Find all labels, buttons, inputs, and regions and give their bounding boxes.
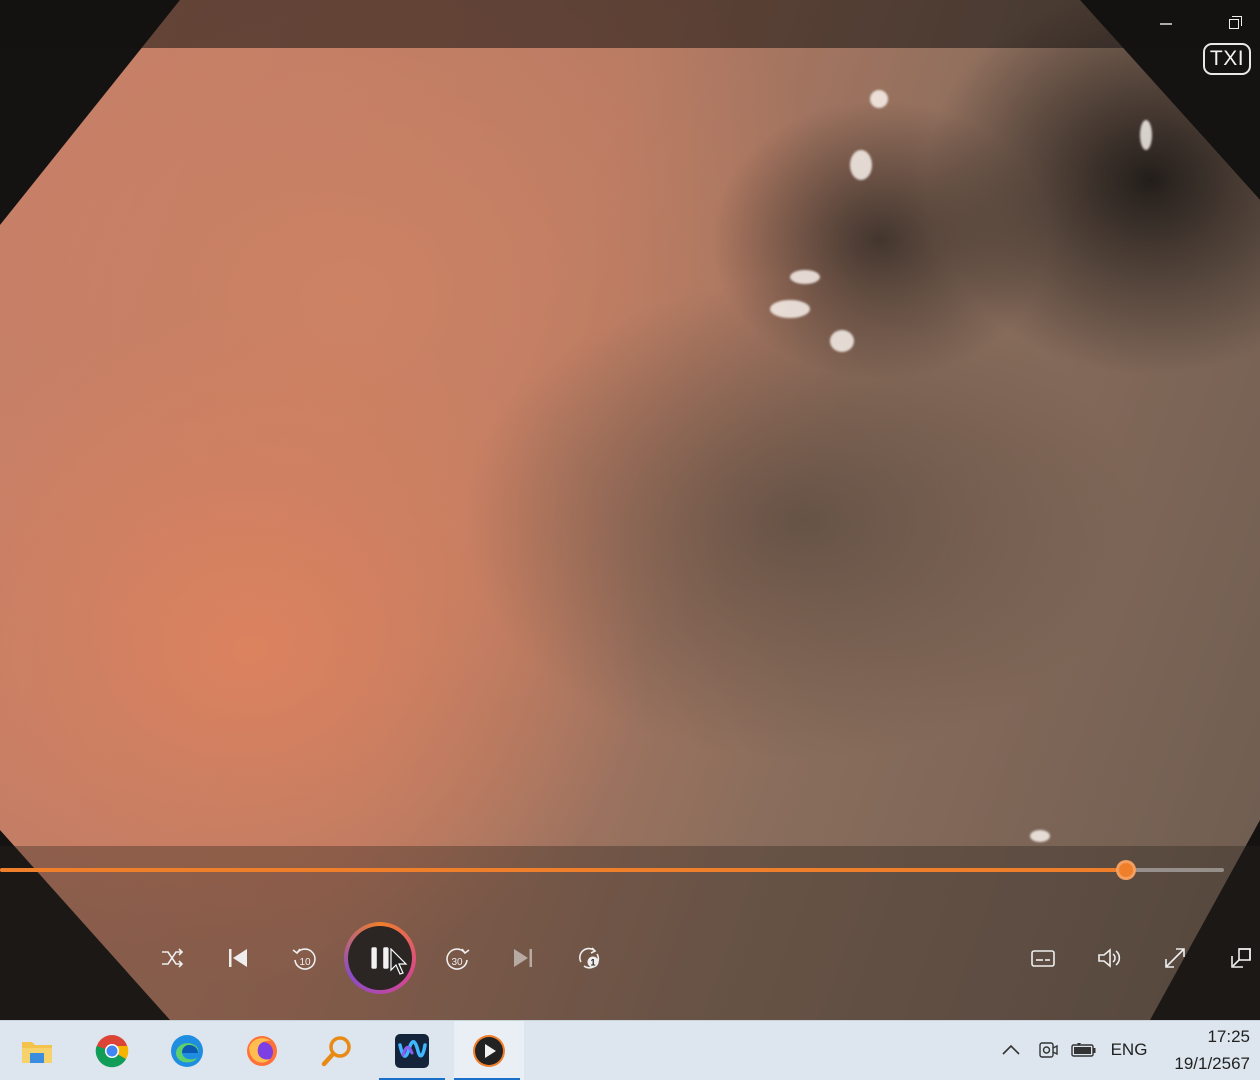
media-player-window: TXI 10 30 1 ENG 17:25 19/1/2567	[0, 0, 1260, 1080]
mouse-cursor-icon	[390, 948, 408, 975]
repeat-one-icon: 1	[579, 947, 600, 969]
minimize-icon	[1160, 23, 1172, 25]
clock-time: 17:25	[1207, 1027, 1250, 1046]
previous-button[interactable]	[220, 940, 256, 976]
restore-button[interactable]	[1223, 12, 1247, 36]
media-player-icon	[473, 1035, 505, 1067]
seek-bar-thumb[interactable]	[1116, 860, 1137, 880]
taskbar-firefox[interactable]	[229, 1021, 295, 1080]
file-explorer-icon	[22, 1042, 52, 1063]
volume-button[interactable]	[1091, 940, 1127, 976]
clock-date: 19/1/2567	[1174, 1054, 1250, 1073]
taskbar-media-player[interactable]	[454, 1021, 524, 1080]
fullscreen-button[interactable]	[1157, 940, 1193, 976]
chrome-icon	[95, 1035, 129, 1068]
forward-seconds-label: 30	[451, 957, 463, 968]
rewind-10-button[interactable]: 10	[286, 940, 322, 976]
taskbar-wave-app[interactable]	[379, 1021, 445, 1080]
fullscreen-icon	[1165, 948, 1185, 968]
subtitles-button[interactable]	[1025, 940, 1061, 976]
rewind-seconds-label: 10	[299, 957, 311, 968]
tray-show-hidden-icons-button[interactable]	[996, 1020, 1026, 1080]
taskbar-edge[interactable]	[154, 1021, 220, 1080]
camera-icon	[1039, 1042, 1058, 1058]
volume-icon	[1098, 948, 1121, 968]
txi-mode-badge: TXI	[1203, 43, 1251, 75]
taskbar-search-tool[interactable]	[304, 1021, 370, 1080]
battery-icon	[1071, 1043, 1096, 1057]
search-magnifier-icon	[321, 1036, 351, 1067]
tray-language[interactable]: ENG	[1106, 1020, 1152, 1080]
firefox-icon	[247, 1036, 277, 1066]
subtitles-icon	[1031, 950, 1055, 967]
chevron-up-icon	[1002, 1044, 1020, 1055]
next-button[interactable]	[505, 940, 541, 976]
tray-battery-button[interactable]	[1068, 1020, 1100, 1080]
rewind-10-icon: 10	[292, 948, 316, 970]
wave-app-icon	[395, 1034, 429, 1068]
forward-30-icon: 30	[446, 948, 470, 970]
edge-icon	[171, 1035, 203, 1067]
taskbar-chrome[interactable]	[79, 1021, 145, 1080]
forward-30-button[interactable]: 30	[440, 940, 476, 976]
shuffle-button[interactable]	[154, 940, 190, 976]
minimize-button[interactable]	[1154, 12, 1178, 36]
repeat-one-button[interactable]: 1	[571, 940, 607, 976]
previous-icon	[229, 949, 247, 967]
playback-controls	[0, 846, 1260, 1020]
shuffle-icon	[162, 948, 184, 968]
restore-icon	[1229, 16, 1242, 29]
seek-bar-progress	[0, 868, 1127, 872]
title-bar	[0, 0, 1260, 48]
repeat-badge: 1	[590, 958, 595, 968]
taskbar-file-explorer[interactable]	[4, 1021, 70, 1080]
tray-camera-button[interactable]	[1034, 1020, 1062, 1080]
miniplayer-icon	[1231, 948, 1251, 968]
seek-bar[interactable]	[0, 860, 1224, 880]
next-icon	[514, 949, 532, 967]
tray-clock[interactable]: 17:25 19/1/2567	[1158, 1020, 1258, 1080]
miniplayer-button[interactable]	[1223, 940, 1259, 976]
